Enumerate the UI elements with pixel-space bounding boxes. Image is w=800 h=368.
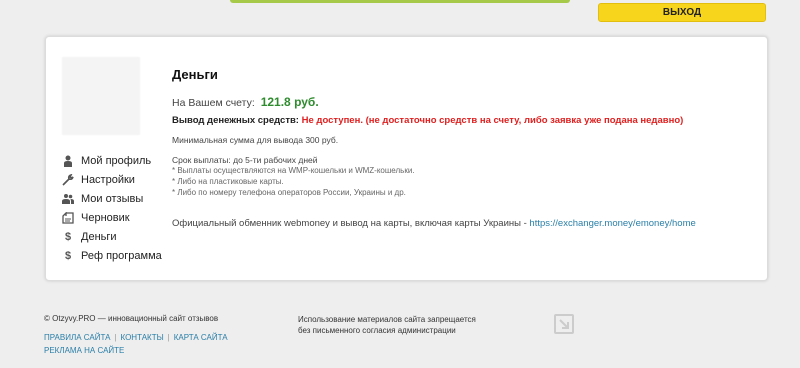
withdraw-label: Вывод денежных средств: <box>172 115 299 126</box>
payout-note: * Либо на пластиковые карты. <box>172 177 284 186</box>
footer-separator: | <box>114 333 117 342</box>
sidebar-item-label: Мой профиль <box>81 154 152 167</box>
page-title: Деньги <box>172 67 218 82</box>
dollar-icon: $ <box>64 249 72 262</box>
sidebar-item-settings[interactable]: Настройки <box>62 170 162 189</box>
sidebar-item-label: Мои отзывы <box>81 192 144 205</box>
sidebar-item-draft[interactable]: Черновик <box>62 208 162 227</box>
draft-icon <box>62 211 74 224</box>
exchange-text: Официальный обменник webmoney и вывод на… <box>172 218 530 229</box>
logout-button[interactable]: ВЫХОД <box>598 3 766 22</box>
balance-label: На Вашем счету: <box>172 97 255 109</box>
footer-link-rules[interactable]: ПРАВИЛА САЙТА <box>44 333 110 342</box>
sidebar-item-profile[interactable]: Мой профиль <box>62 151 162 170</box>
sidebar-item-label: Деньги <box>81 230 117 243</box>
sidebar-item-money[interactable]: $ Деньги <box>62 227 162 246</box>
footer-link-sitemap[interactable]: КАРТА САЙТА <box>174 333 228 342</box>
footer-copyright: © Otzyvy.PRO — инновационный сайт отзыво… <box>44 314 219 323</box>
min-sum-text: Минимальная сумма для вывода 300 руб. <box>172 135 339 145</box>
dollar-icon: $ <box>64 230 72 243</box>
balance-value: 121.8 руб. <box>260 95 319 109</box>
expand-arrow-icon[interactable] <box>554 314 574 334</box>
payout-note: * Выплаты осуществляются на WMP-кошельки… <box>172 166 415 175</box>
footer-links: ПРАВИЛА САЙТА | КОНТАКТЫ | КАРТА САЙТА РЕКЛА… <box>44 331 228 357</box>
user-icon <box>62 155 74 167</box>
footer-notice-line: без письменного согласия администрации <box>298 326 456 335</box>
footer-notice-line: Использование материалов сайта запрещает… <box>298 315 476 324</box>
wrench-icon <box>62 173 74 186</box>
top-green-bar <box>230 0 570 3</box>
footer-notice: Использование материалов сайта запрещает… <box>298 314 498 336</box>
payout-terms: Срок выплаты: до 5-ти рабочих дней <box>172 155 318 165</box>
withdraw-row: Вывод денежных средств: Не доступен. (не… <box>172 115 752 126</box>
exchange-link[interactable]: https://exchanger.money/emoney/home <box>529 218 695 229</box>
sidebar-item-reviews[interactable]: Мои отзывы <box>62 189 162 208</box>
footer-link-contacts[interactable]: КОНТАКТЫ <box>121 333 164 342</box>
sidebar-item-label: Настройки <box>81 173 135 186</box>
side-menu: Мой профиль Настройки Мои отзывы Чернови… <box>62 151 162 265</box>
avatar[interactable] <box>62 57 140 135</box>
footer-left: © Otzyvy.PRO — инновационный сайт отзыво… <box>44 314 228 357</box>
balance-row: На Вашем счету: 121.8 руб. <box>172 95 752 109</box>
sidebar-item-label: Черновик <box>81 211 130 224</box>
footer-link-ads[interactable]: РЕКЛАМА НА САЙТЕ <box>44 346 124 355</box>
users-icon <box>62 193 74 205</box>
sidebar-item-label: Реф программа <box>81 249 162 262</box>
footer-separator: | <box>167 333 170 342</box>
withdraw-status: Не доступен. (не достаточно средств на с… <box>301 115 684 126</box>
sidebar-item-referral[interactable]: $ Реф программа <box>62 246 162 265</box>
content-card: Мой профиль Настройки Мои отзывы Чернови… <box>45 36 768 281</box>
money-section: Деньги На Вашем счету: 121.8 руб. Вывод … <box>172 67 752 229</box>
exchange-row: Официальный обменник webmoney и вывод на… <box>172 218 752 229</box>
payout-note: * Либо по номеру телефона операторов Рос… <box>172 188 406 197</box>
payout-notes: * Выплаты осуществляются на WMP-кошельки… <box>172 165 752 198</box>
